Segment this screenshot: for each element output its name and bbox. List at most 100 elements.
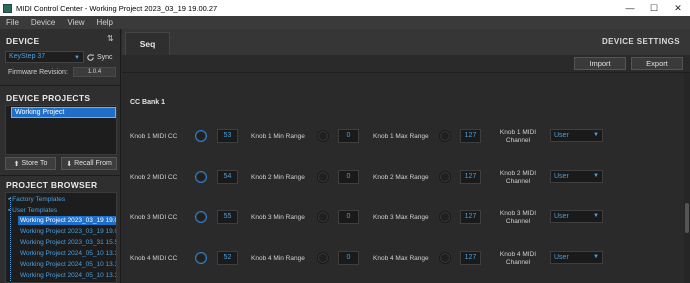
min-value-field[interactable]: 0 bbox=[338, 251, 359, 265]
max-value-field[interactable]: 127 bbox=[460, 129, 481, 143]
cc-knob-icon[interactable] bbox=[195, 171, 207, 183]
cc-knob-icon[interactable] bbox=[195, 130, 207, 142]
chevron-down-icon: ▼ bbox=[593, 132, 599, 138]
channel-label: Knob 4 MIDI Channel bbox=[499, 251, 537, 266]
tab-seq[interactable]: Seq bbox=[125, 32, 170, 55]
channel-label: Knob 3 MIDI Channel bbox=[499, 210, 537, 225]
divider bbox=[0, 85, 121, 86]
store-to-label: Store To bbox=[21, 160, 48, 167]
swap-arrows-icon[interactable]: ⇅ bbox=[107, 34, 114, 43]
device-settings-title[interactable]: DEVICE SETTINGS bbox=[602, 37, 680, 46]
channel-select[interactable]: User ▼ bbox=[550, 210, 603, 223]
knob-row: Knob 4 MIDI CC 52 Knob 4 Min Range 0 Kno… bbox=[122, 249, 690, 269]
import-button[interactable]: Import bbox=[574, 57, 626, 70]
tree-item-factory[interactable]: ▪ Factory Templates bbox=[8, 195, 65, 204]
menu-device[interactable]: Device bbox=[25, 18, 61, 27]
maximize-button[interactable]: ☐ bbox=[642, 0, 666, 16]
min-value-field[interactable]: 0 bbox=[338, 210, 359, 224]
top-bar: Seq DEVICE SETTINGS bbox=[122, 29, 690, 55]
chevron-down-icon: ▼ bbox=[74, 55, 80, 61]
project-browser-tree[interactable]: ▪ Factory Templates ▪ User Templates Wor… bbox=[5, 192, 117, 283]
channel-select[interactable]: User ▼ bbox=[550, 251, 603, 264]
app-icon bbox=[3, 3, 12, 13]
project-item[interactable]: Working Project bbox=[11, 107, 116, 118]
min-range-label: Knob 2 Min Range bbox=[251, 174, 305, 181]
tree-item-label: User Templates bbox=[12, 207, 58, 214]
device-projects-list[interactable]: Working Project bbox=[5, 105, 117, 155]
min-range-label: Knob 3 Min Range bbox=[251, 214, 305, 221]
cc-label: Knob 3 MIDI CC bbox=[130, 214, 178, 221]
menu-file[interactable]: File bbox=[0, 18, 25, 27]
tree-item-project[interactable]: Working Project 2024_05_10 13.35.08 bbox=[20, 260, 116, 269]
tree-item-project[interactable]: Working Project 2023_03_31 15.55.57 bbox=[20, 238, 116, 247]
channel-select[interactable]: User ▼ bbox=[550, 170, 603, 183]
cc-value-field[interactable]: 53 bbox=[217, 129, 238, 143]
menu-view[interactable]: View bbox=[61, 18, 90, 27]
device-projects-heading: DEVICE PROJECTS bbox=[6, 93, 91, 103]
cc-knob-icon[interactable] bbox=[195, 252, 207, 264]
sync-icon bbox=[87, 53, 95, 61]
min-knob-icon[interactable] bbox=[317, 211, 329, 223]
device-select[interactable]: KeyStep 37 ▼ bbox=[5, 51, 84, 63]
export-button[interactable]: Export bbox=[631, 57, 683, 70]
min-knob-icon[interactable] bbox=[317, 130, 329, 142]
min-value-field[interactable]: 0 bbox=[338, 170, 359, 184]
channel-label: Knob 1 MIDI Channel bbox=[499, 129, 537, 144]
knob-row: Knob 2 MIDI CC 54 Knob 2 Min Range 0 Kno… bbox=[122, 168, 690, 188]
max-range-label: Knob 1 Max Range bbox=[373, 133, 429, 140]
chevron-down-icon: ▼ bbox=[593, 254, 599, 260]
tree-item-project[interactable]: Working Project 2024_05_10 13.30.26 bbox=[20, 249, 116, 258]
firmware-value: 1.0.4 bbox=[73, 67, 116, 77]
sync-label: Sync bbox=[97, 53, 113, 61]
max-value-field[interactable]: 127 bbox=[460, 210, 481, 224]
tree-item-project[interactable]: Working Project 2023_03_19 19.00.27 bbox=[18, 216, 116, 225]
cc-label: Knob 2 MIDI CC bbox=[130, 174, 178, 181]
max-range-label: Knob 2 Max Range bbox=[373, 174, 429, 181]
min-knob-icon[interactable] bbox=[317, 252, 329, 264]
cc-label: Knob 4 MIDI CC bbox=[130, 255, 178, 262]
cc-value-field[interactable]: 55 bbox=[217, 210, 238, 224]
tree-item-user[interactable]: ▪ User Templates bbox=[8, 206, 57, 215]
sync-button[interactable]: Sync bbox=[86, 51, 118, 63]
channel-label: Knob 2 MIDI Channel bbox=[499, 170, 537, 185]
download-icon: ⬇ bbox=[66, 160, 73, 168]
store-to-button[interactable]: ⬆ Store To bbox=[5, 157, 56, 170]
minimize-button[interactable]: — bbox=[618, 0, 642, 16]
knob-row: Knob 1 MIDI CC 53 Knob 1 Min Range 0 Kno… bbox=[122, 127, 690, 147]
tree-item-project[interactable]: Working Project 2023_03_19 19.01.26 bbox=[20, 227, 116, 236]
title-bar: MIDI Control Center - Working Project 20… bbox=[0, 0, 690, 16]
upload-icon: ⬆ bbox=[13, 160, 20, 168]
window-title: MIDI Control Center - Working Project 20… bbox=[16, 3, 218, 13]
channel-select-value: User bbox=[554, 132, 569, 139]
max-knob-icon[interactable] bbox=[439, 252, 451, 264]
menu-help[interactable]: Help bbox=[91, 18, 119, 27]
sidebar: DEVICE ⇅ KeyStep 37 ▼ Sync Firmware Revi… bbox=[0, 29, 121, 283]
channel-select[interactable]: User ▼ bbox=[550, 129, 603, 142]
device-heading: DEVICE bbox=[6, 36, 40, 46]
max-knob-icon[interactable] bbox=[439, 211, 451, 223]
max-value-field[interactable]: 127 bbox=[460, 170, 481, 184]
main-panel: Seq DEVICE SETTINGS Import Export CC Ban… bbox=[122, 29, 690, 283]
project-browser-heading: PROJECT BROWSER bbox=[6, 180, 98, 190]
max-knob-icon[interactable] bbox=[439, 130, 451, 142]
divider bbox=[122, 72, 690, 73]
cc-value-field[interactable]: 54 bbox=[217, 170, 238, 184]
max-knob-icon[interactable] bbox=[439, 171, 451, 183]
vertical-scrollbar[interactable] bbox=[684, 73, 690, 283]
min-knob-icon[interactable] bbox=[317, 171, 329, 183]
min-range-label: Knob 1 Min Range bbox=[251, 133, 305, 140]
max-value-field[interactable]: 127 bbox=[460, 251, 481, 265]
tree-item-project[interactable]: Working Project 2024_05_10 13.36.02 bbox=[20, 271, 116, 280]
divider bbox=[0, 175, 121, 176]
close-button[interactable]: ✕ bbox=[666, 0, 690, 16]
device-select-value: KeyStep 37 bbox=[9, 53, 46, 60]
cc-knob-icon[interactable] bbox=[195, 211, 207, 223]
scrollbar-thumb[interactable] bbox=[685, 203, 689, 233]
channel-select-value: User bbox=[554, 254, 569, 261]
recall-from-button[interactable]: ⬇ Recall From bbox=[61, 157, 117, 170]
channel-select-value: User bbox=[554, 213, 569, 220]
min-value-field[interactable]: 0 bbox=[338, 129, 359, 143]
min-range-label: Knob 4 Min Range bbox=[251, 255, 305, 262]
firmware-label: Firmware Revision: bbox=[8, 69, 68, 76]
cc-value-field[interactable]: 52 bbox=[217, 251, 238, 265]
